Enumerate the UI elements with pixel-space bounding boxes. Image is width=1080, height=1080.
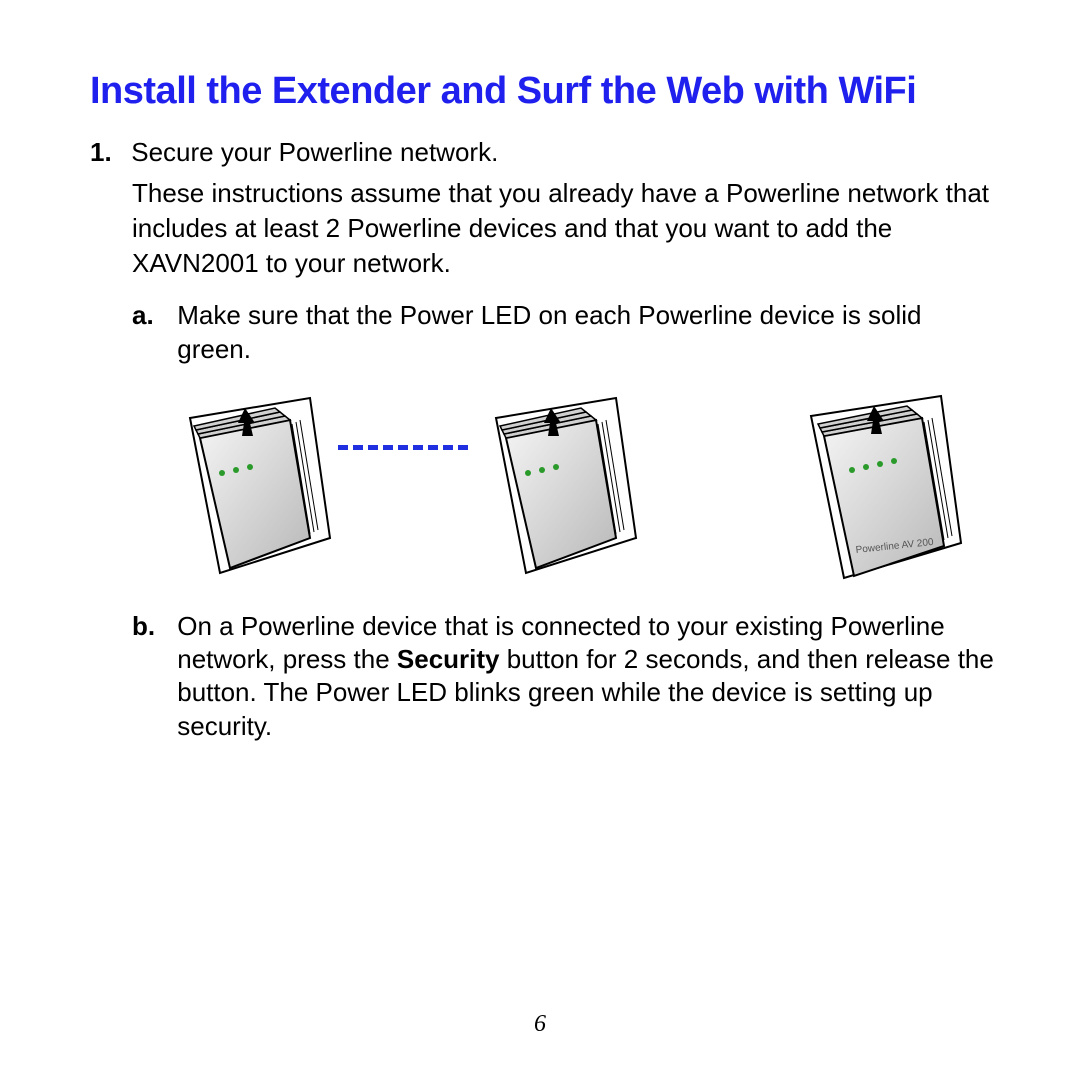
- substep-text: On a Powerline device that is connected …: [177, 610, 995, 743]
- substep-letter: b.: [132, 610, 170, 643]
- illustration-row: Powerline AV 200: [160, 388, 1000, 588]
- substep-a: a. Make sure that the Power LED on each …: [132, 299, 1000, 366]
- substep-b: b. On a Powerline device that is connect…: [132, 610, 1000, 743]
- connection-dashed-line: [338, 445, 468, 454]
- powerline-extender-icon: Powerline AV 200: [786, 388, 966, 588]
- step-1: 1. Secure your Powerline network. These …: [90, 135, 1000, 281]
- step-description: These instructions assume that you alrea…: [132, 176, 1000, 281]
- substep-letter: a.: [132, 299, 170, 332]
- page-number: 6: [0, 1011, 1080, 1038]
- page-title: Install the Extender and Surf the Web wi…: [90, 70, 1000, 113]
- powerline-device-icon: [466, 388, 646, 588]
- substep-b-bold: Security: [397, 644, 500, 674]
- step-number: 1.: [90, 135, 124, 170]
- step-lead: Secure your Powerline network.: [131, 137, 498, 167]
- substep-text: Make sure that the Power LED on each Pow…: [177, 299, 995, 366]
- powerline-device-icon: [160, 388, 340, 588]
